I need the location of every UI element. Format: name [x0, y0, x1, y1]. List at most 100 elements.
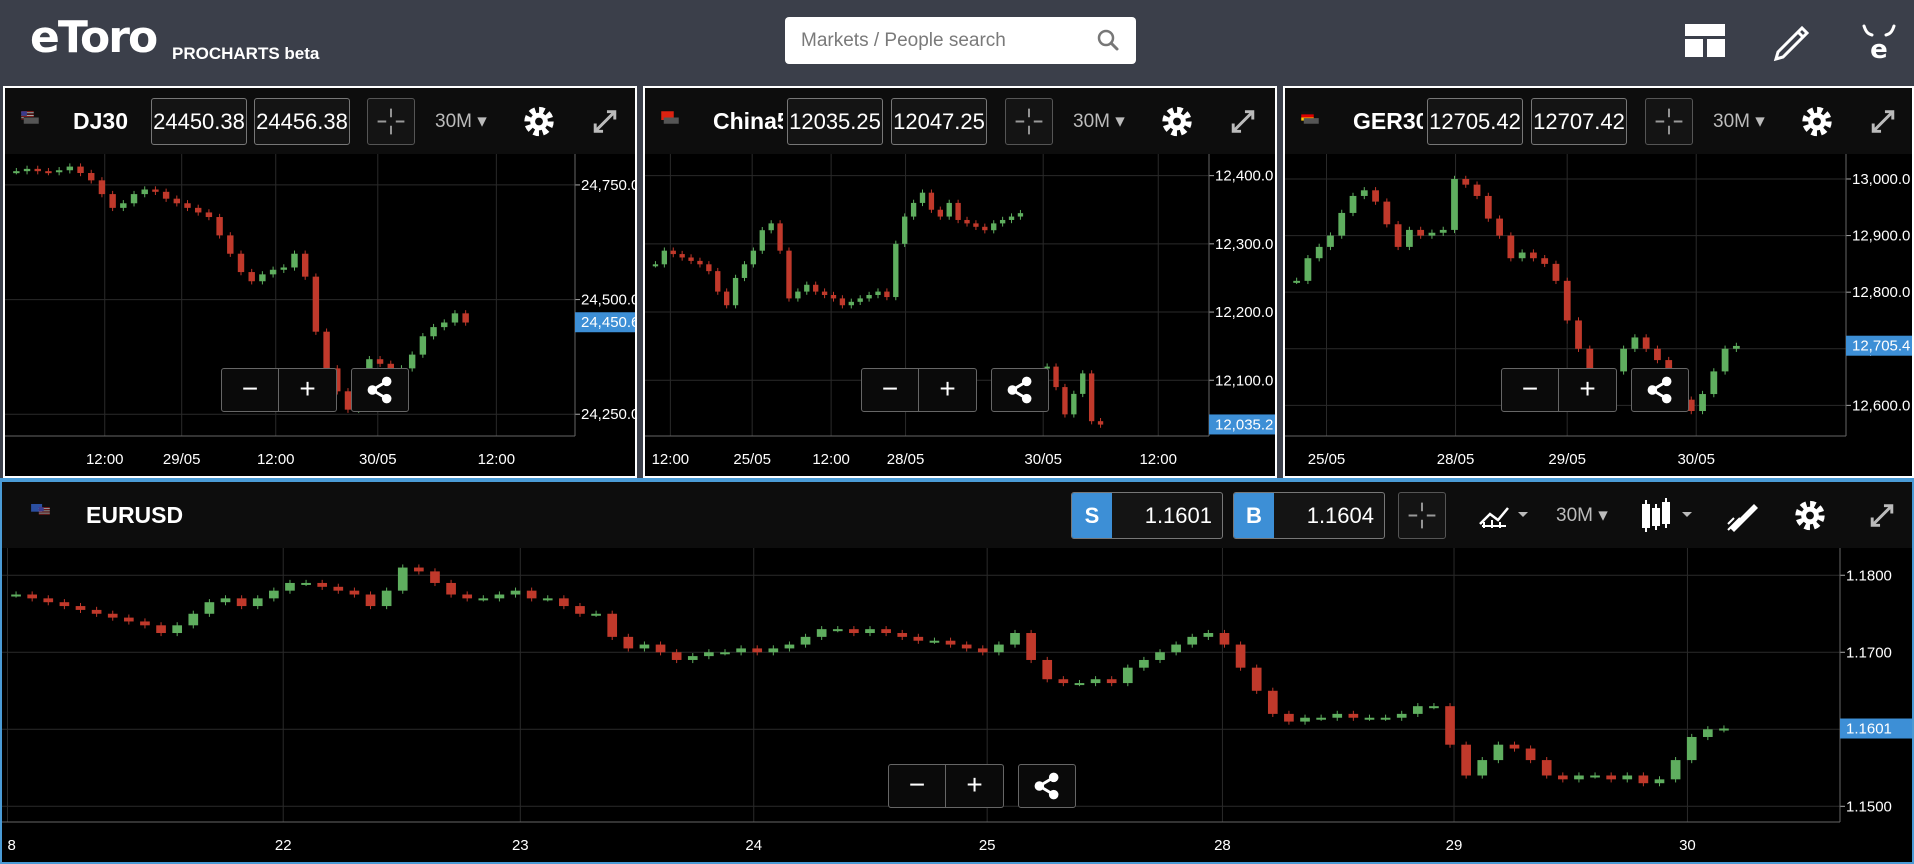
price-chart[interactable]: 1.18001.17001.16001.15008222324252829301…	[2, 548, 1912, 862]
y-tick-label: 12,600.0	[1852, 397, 1910, 414]
candle	[1235, 644, 1246, 668]
candle	[1251, 667, 1262, 691]
instrument-symbol[interactable]: China50	[713, 108, 783, 135]
price-chart[interactable]: 12,400.0 12,300.0 12,200.0 12,100.0 12:00 25/…	[645, 154, 1275, 476]
crosshair-button[interactable]	[1645, 98, 1693, 145]
expand-icon[interactable]	[1858, 492, 1906, 539]
candle	[446, 582, 456, 595]
expand-icon[interactable]	[1219, 98, 1267, 145]
candle	[964, 219, 970, 224]
candle	[759, 230, 765, 251]
share-button[interactable]	[1018, 764, 1076, 808]
settings-button[interactable]	[515, 98, 563, 145]
timeframe-select[interactable]: 30M ▾	[435, 98, 487, 145]
candle	[1139, 659, 1149, 668]
candle	[397, 567, 408, 591]
zoom-out-button[interactable]: −	[888, 764, 946, 808]
candle	[865, 629, 875, 634]
timeframe-select[interactable]: 30M ▾	[1073, 98, 1125, 145]
candle	[441, 322, 448, 328]
candle	[13, 171, 20, 174]
share-button[interactable]	[1631, 368, 1689, 412]
search-input[interactable]	[785, 17, 1136, 64]
candle	[784, 644, 795, 649]
instrument-symbol[interactable]: EURUSD	[86, 502, 183, 529]
timeframe-select[interactable]: 30M ▾	[1556, 492, 1608, 539]
instrument-symbol[interactable]: GER30	[1353, 108, 1423, 135]
chart-panel-china50[interactable]: China5012035.2512047.25 30M ▾ 12,400.0 12,3…	[643, 86, 1277, 478]
etoro-logo[interactable]: eToro	[30, 12, 158, 63]
candle	[510, 590, 521, 595]
candle	[1429, 706, 1439, 709]
candle	[706, 264, 712, 272]
price-chart[interactable]: 24,750.0 24,500.0 24,250.0 12:00 29/05 12:00 3…	[5, 154, 635, 476]
zoom-in-button[interactable]: +	[919, 368, 977, 412]
buy-price-button[interactable]: 12047.25	[891, 98, 987, 145]
sell-price-button[interactable]: 12035.25	[787, 98, 883, 145]
expand-button[interactable]	[1858, 492, 1906, 539]
price-chart[interactable]: 13,000.012,900.012,800.012,700.012,600.0…	[1285, 154, 1912, 476]
gear-icon[interactable]	[1793, 98, 1841, 145]
y-tick-label: 12,100.0	[1215, 372, 1273, 389]
indicators-icon[interactable]	[1476, 492, 1536, 539]
buy-price-button[interactable]: 12707.42	[1531, 98, 1627, 145]
candle	[1155, 652, 1165, 660]
candle	[1349, 195, 1357, 213]
app-subtitle: PROCHARTS beta	[172, 44, 320, 63]
crosshair-button[interactable]	[1005, 98, 1053, 145]
share-button[interactable]	[351, 368, 409, 412]
buy-tag: B	[1234, 493, 1274, 538]
flag-icon	[661, 111, 679, 124]
sell-price-button[interactable]: 24450.38	[151, 98, 247, 145]
zoom-out-button[interactable]: −	[1501, 368, 1559, 412]
zoom-out-button[interactable]: −	[221, 368, 279, 412]
gear-icon[interactable]	[515, 98, 563, 145]
expand-button[interactable]	[1859, 98, 1907, 145]
zoom-in-button[interactable]: +	[1559, 368, 1617, 412]
chart-panel-ger30[interactable]: GER30 12705.42 12707.42 30M ▾ 13,000.0 12,900…	[1283, 86, 1914, 478]
search-icon[interactable]	[1096, 28, 1120, 52]
gear-icon[interactable]	[1786, 492, 1834, 539]
candle	[66, 166, 74, 171]
candle	[1187, 636, 1198, 645]
candle	[1530, 252, 1537, 259]
candle	[1219, 633, 1230, 645]
chart-panel-eurusd[interactable]: EURUSD S 1.1601 B 1.1604 30M ▾ 1.1800 1.1700 1.1…	[0, 478, 1914, 864]
layout-icon[interactable]	[1683, 18, 1729, 64]
expand-button[interactable]	[1219, 98, 1267, 145]
chart-panel-dj30[interactable]: DJ30 24450.38 24456.38 30M ▾ 24,750.0 24,500.…	[3, 86, 637, 478]
sell-button[interactable]: S 1.1601	[1071, 492, 1223, 539]
candle	[1383, 201, 1391, 225]
etoro-icon[interactable]: e	[1856, 18, 1902, 64]
buy-price-button[interactable]: 24456.38	[254, 98, 350, 145]
zoom-in-button[interactable]: +	[946, 764, 1004, 808]
drawing-tools-icon[interactable]	[1720, 492, 1768, 539]
zoom-out-button[interactable]: −	[861, 368, 919, 412]
buy-button[interactable]: B 1.1604	[1233, 492, 1385, 539]
settings-button[interactable]	[1786, 492, 1834, 539]
instrument-symbol[interactable]: DJ30	[73, 108, 128, 135]
candles-type-icon[interactable]	[1636, 492, 1700, 539]
settings-button[interactable]	[1153, 98, 1201, 145]
sell-price-button[interactable]: 12705.42	[1427, 98, 1523, 145]
x-tick-label: 25/05	[733, 451, 771, 468]
candle	[999, 219, 1006, 224]
expand-button[interactable]	[581, 98, 629, 145]
timeframe-select[interactable]: 30M ▾	[1713, 98, 1765, 145]
expand-icon[interactable]	[581, 98, 629, 145]
candle	[107, 613, 118, 618]
gear-icon[interactable]	[1153, 98, 1201, 145]
crosshair-button[interactable]	[1398, 492, 1446, 539]
candle	[1557, 775, 1568, 780]
share-button[interactable]	[991, 368, 1049, 412]
crosshair-button[interactable]	[367, 98, 415, 145]
settings-button[interactable]	[1793, 98, 1841, 145]
x-tick-label: 8	[8, 837, 16, 854]
crosshair-icon	[1408, 502, 1436, 529]
pen-icon[interactable]	[1768, 18, 1814, 64]
expand-icon[interactable]	[1859, 98, 1907, 145]
candle	[269, 269, 277, 275]
zoom-in-button[interactable]: +	[279, 368, 337, 412]
candle	[994, 644, 1004, 653]
x-tick-label: 29	[1446, 837, 1463, 854]
